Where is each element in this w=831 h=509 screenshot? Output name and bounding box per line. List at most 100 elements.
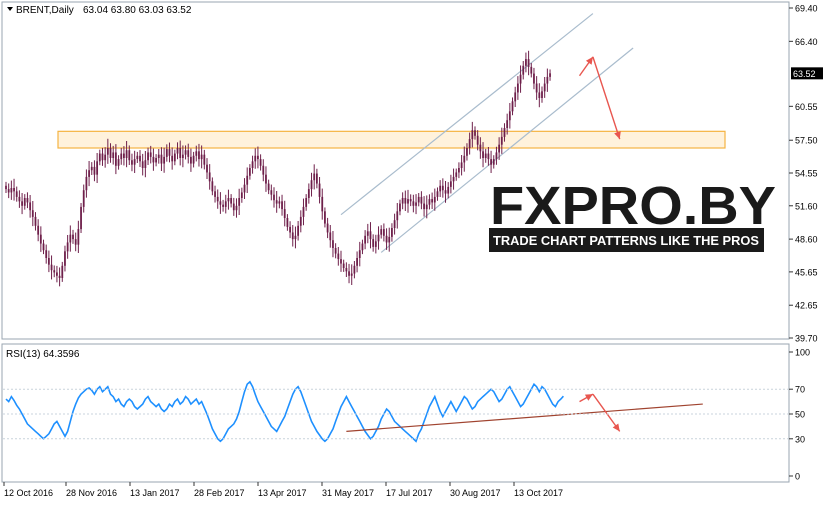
price-bar-body <box>348 271 350 276</box>
price-bar-body <box>350 273 353 276</box>
price-bar-body <box>31 210 34 217</box>
price-bar-body <box>289 226 291 233</box>
price-bar-body <box>240 192 243 198</box>
price-bar-body <box>358 250 361 258</box>
resistance-zone[interactable] <box>57 130 726 149</box>
price-bar-body <box>321 196 324 212</box>
price-bar-body <box>278 201 281 204</box>
price-bar-body <box>85 176 88 191</box>
price-bar-body <box>165 149 168 157</box>
price-bar-body <box>307 189 310 198</box>
price-tick-label: 39.70 <box>795 334 818 344</box>
price-bar-body <box>514 92 517 102</box>
price-bar-body <box>541 91 543 98</box>
price-bar-body <box>26 198 29 203</box>
price-bar-body <box>538 92 541 98</box>
price-bar-body <box>157 154 160 158</box>
time-tick-label: 13 Apr 2017 <box>258 488 307 498</box>
price-bar-body <box>302 206 305 217</box>
price-bar-body <box>206 164 208 173</box>
price-bar-body <box>114 152 117 166</box>
header: BRENT,Daily 63.04 63.80 63.03 63.52 <box>7 5 192 16</box>
price-bar-body <box>498 144 501 153</box>
time-tick-label: 13 Oct 2017 <box>514 488 563 498</box>
price-tick-label: 42.65 <box>795 301 818 311</box>
price-bar-body <box>495 152 498 160</box>
price-bar-body <box>482 151 484 158</box>
price-bar-body <box>160 154 163 164</box>
price-bar-body <box>417 196 420 203</box>
price-bar-body <box>259 159 262 166</box>
price-bar-body <box>53 270 56 273</box>
rsi-tick-label: 70 <box>795 385 805 395</box>
price-bar-body <box>13 188 15 192</box>
price-bar-body <box>104 154 107 161</box>
price-bar-body <box>361 243 364 251</box>
price-bar-body <box>324 211 326 224</box>
price-bar-body <box>216 196 219 202</box>
price-bar-body <box>412 201 415 206</box>
price-bar-body <box>380 229 383 235</box>
price-bar-body <box>522 65 525 75</box>
price-bar-body <box>369 231 372 240</box>
rsi-tick-label: 30 <box>795 434 805 444</box>
price-bar-body <box>262 165 265 175</box>
price-bar-body <box>468 139 471 148</box>
price-bar-body <box>476 135 479 145</box>
price-bar-body <box>34 216 37 226</box>
price-bar-body <box>254 155 257 162</box>
price-bar-body <box>168 149 171 156</box>
price-bar-body <box>444 190 447 194</box>
price-bar-body <box>214 191 216 197</box>
price-bar-body <box>163 156 166 164</box>
price-bar-body <box>294 235 297 240</box>
price-bar-body <box>549 73 551 77</box>
price-bar-body <box>401 198 404 204</box>
price-bar-body <box>23 198 26 206</box>
price-bar-body <box>366 231 369 236</box>
price-bar-body <box>297 225 300 236</box>
price-bar-body <box>90 166 93 171</box>
price-bar-body <box>487 153 490 160</box>
price-tick-label: 45.65 <box>795 267 818 277</box>
price-bar-body <box>492 159 495 165</box>
price-bar-body <box>18 196 21 202</box>
price-bar-body <box>190 156 192 164</box>
price-bar-body <box>47 258 50 265</box>
chart-canvas[interactable]: BRENT,Daily 63.04 63.80 63.03 63.52 RSI(… <box>0 0 831 504</box>
price-bar-body <box>224 201 227 207</box>
price-bar-body <box>391 228 393 237</box>
price-bar-body <box>340 259 342 264</box>
price-bar-body <box>281 201 283 210</box>
price-bar-body <box>117 159 120 166</box>
price-bar-body <box>420 196 423 204</box>
price-bar-body <box>184 150 187 155</box>
rsi-pane-frame <box>1 343 790 483</box>
price-bar-body <box>441 185 444 191</box>
price-bar-body <box>120 153 123 160</box>
price-bar-body <box>50 264 53 271</box>
price-bar-body <box>315 173 318 184</box>
price-bar-body <box>433 196 436 203</box>
price-bar-body <box>208 172 211 182</box>
price-bar-body <box>82 190 85 207</box>
price-bar-body <box>222 204 224 207</box>
price-bar-body <box>479 144 482 152</box>
price-bar-body <box>439 185 442 192</box>
price-bar-body <box>399 203 401 212</box>
price-bar-body <box>149 152 152 157</box>
time-tick-label: 28 Nov 2016 <box>66 488 117 498</box>
price-bar-body <box>21 201 23 206</box>
price-tick-label: 51.60 <box>795 201 818 211</box>
price-bar-body <box>179 148 182 158</box>
price-bar-body <box>490 159 492 165</box>
price-bar-body <box>80 206 82 230</box>
price-bar-body <box>382 229 385 236</box>
price-bar-body <box>200 154 203 160</box>
price-bar-body <box>447 186 450 194</box>
price-bar-body <box>251 161 254 168</box>
price-tick-label: 60.55 <box>795 102 818 112</box>
price-bar-body <box>543 83 546 92</box>
price-bar-body <box>243 184 246 193</box>
time-tick-label: 30 Aug 2017 <box>450 488 501 498</box>
